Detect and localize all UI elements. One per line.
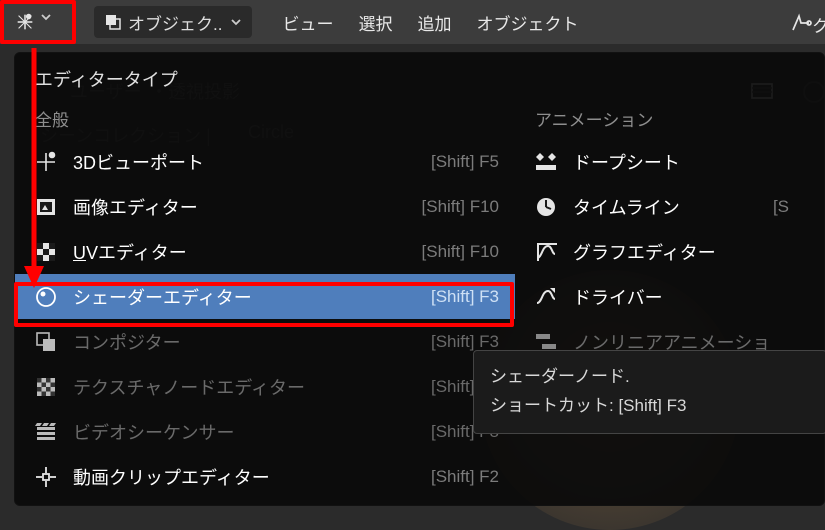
tooltip: シェーダーノード. ショートカット: [Shift] F3 bbox=[473, 350, 825, 434]
uv-editor-icon bbox=[33, 239, 59, 265]
3d-viewport-icon bbox=[33, 149, 59, 175]
item-shortcut: [Shift] F3 bbox=[431, 332, 499, 352]
menu-object[interactable]: オブジェクト bbox=[476, 10, 578, 35]
chevron-down-icon bbox=[40, 11, 62, 33]
item-3d-viewport[interactable]: 3Dビューポート [Shift] F5 bbox=[15, 139, 515, 184]
compositor-icon bbox=[33, 329, 59, 355]
chevron-down-icon bbox=[230, 16, 242, 28]
group-general: 全般 bbox=[15, 100, 515, 139]
menu-add[interactable]: 追加 bbox=[417, 10, 451, 35]
item-shader-editor[interactable]: シェーダーエディター [Shift] F3 bbox=[15, 274, 515, 319]
header-overflow: ク bbox=[812, 12, 825, 37]
menu-title: エディタータイプ bbox=[15, 57, 824, 100]
drivers-icon bbox=[533, 284, 559, 310]
movie-clip-icon bbox=[33, 464, 59, 490]
item-label: UVエディター bbox=[73, 239, 187, 265]
item-shortcut: [Shift] F10 bbox=[422, 197, 499, 217]
item-graph-editor[interactable]: グラフエディター bbox=[515, 229, 805, 274]
item-label: ドープシート bbox=[573, 149, 680, 175]
menu-select[interactable]: 選択 bbox=[358, 10, 392, 35]
object-mode-icon bbox=[104, 13, 122, 31]
editor-type-menu: エディタータイプ 全般 3Dビューポート [Shift] F5 画像エディター … bbox=[14, 52, 825, 506]
item-label: コンポジター bbox=[73, 329, 181, 355]
item-label: 画像エディター bbox=[73, 194, 198, 220]
cursor-tool-icon[interactable] bbox=[787, 8, 815, 36]
image-editor-icon bbox=[33, 194, 59, 220]
item-shortcut: [Shift] F5 bbox=[431, 152, 499, 172]
item-image-editor[interactable]: 画像エディター [Shift] F10 bbox=[15, 184, 515, 229]
item-shortcut: [Shift] F10 bbox=[422, 242, 499, 262]
item-drivers[interactable]: ドライバー bbox=[515, 274, 805, 319]
mode-dropdown[interactable]: オブジェク.. bbox=[94, 6, 252, 38]
vse-icon bbox=[33, 419, 59, 445]
item-label: タイムライン bbox=[573, 194, 680, 220]
item-label: グラフエディター bbox=[573, 239, 716, 265]
item-dopesheet[interactable]: ドープシート bbox=[515, 139, 805, 184]
menu-view[interactable]: ビュー bbox=[282, 10, 333, 35]
item-shortcut: [S bbox=[773, 197, 789, 217]
graph-editor-icon bbox=[533, 239, 559, 265]
item-label: シェーダーエディター bbox=[73, 284, 252, 310]
item-label: ドライバー bbox=[573, 284, 663, 310]
item-video-sequencer[interactable]: ビデオシーケンサー [Shift] F8 bbox=[15, 409, 515, 454]
item-texture-node-editor[interactable]: テクスチャノードエディター [Shift] F3 bbox=[15, 364, 515, 409]
texture-node-icon bbox=[33, 374, 59, 400]
item-shortcut: [Shift] F2 bbox=[431, 467, 499, 487]
item-timeline[interactable]: タイムライン [S bbox=[515, 184, 805, 229]
tooltip-line2: ショートカット: [Shift] F3 bbox=[490, 392, 810, 421]
mode-label: オブジェク.. bbox=[128, 10, 222, 35]
header-bar: オブジェク.. ビュー 選択 追加 オブジェクト ク bbox=[0, 0, 825, 44]
item-label: ビデオシーケンサー bbox=[73, 419, 234, 445]
item-movie-clip-editor[interactable]: 動画クリップエディター [Shift] F2 bbox=[15, 454, 515, 499]
shader-editor-icon bbox=[33, 284, 59, 310]
item-label: 動画クリップエディター bbox=[73, 464, 270, 490]
editor-type-switcher[interactable] bbox=[0, 0, 76, 44]
group-anim: アニメーション bbox=[515, 100, 805, 139]
item-label: 3Dビューポート bbox=[73, 149, 204, 175]
editor-type-icon bbox=[14, 11, 36, 33]
item-shortcut: [Shift] F3 bbox=[431, 287, 499, 307]
item-compositor[interactable]: コンポジター [Shift] F3 bbox=[15, 319, 515, 364]
animation-column: アニメーション ドープシート タイムライン [S グラフエディター bbox=[515, 100, 805, 499]
dopesheet-icon bbox=[533, 149, 559, 175]
general-column: 全般 3Dビューポート [Shift] F5 画像エディター [Shift] F… bbox=[15, 100, 515, 499]
tooltip-line1: シェーダーノード. bbox=[490, 363, 810, 392]
timeline-icon bbox=[533, 194, 559, 220]
item-label: テクスチャノードエディター bbox=[73, 374, 305, 400]
item-uv-editor[interactable]: UVエディター [Shift] F10 bbox=[15, 229, 515, 274]
